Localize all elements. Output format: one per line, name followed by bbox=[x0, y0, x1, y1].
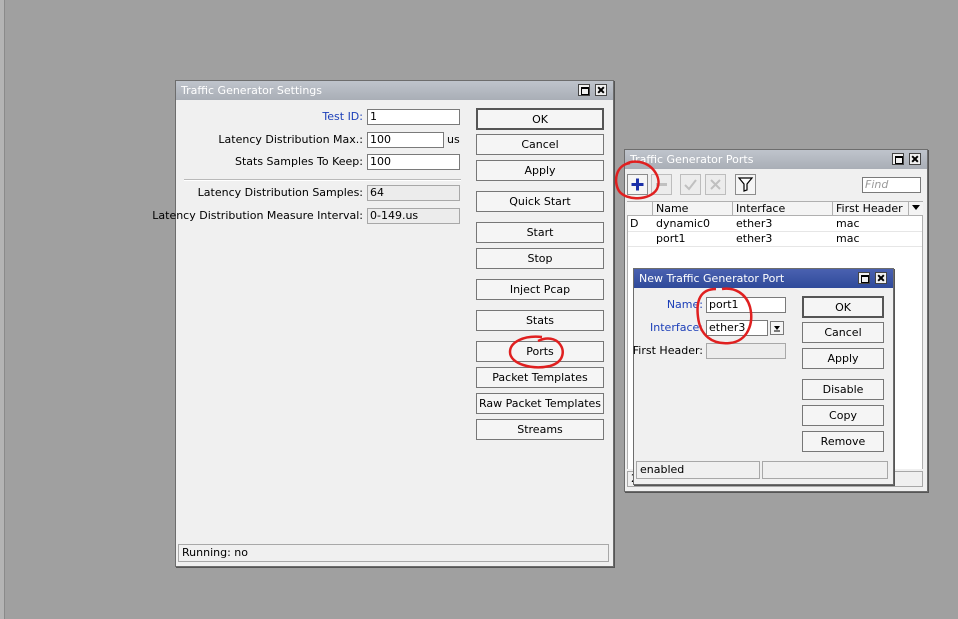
minus-icon bbox=[656, 183, 667, 186]
filter-icon bbox=[737, 177, 754, 192]
remove-button[interactable]: Remove bbox=[802, 431, 884, 452]
ok-button[interactable]: OK bbox=[476, 108, 604, 130]
apply-button[interactable]: Apply bbox=[802, 348, 884, 369]
chevron-down-icon bbox=[912, 205, 920, 210]
quick-start-button[interactable]: Quick Start bbox=[476, 191, 604, 212]
close-icon[interactable] bbox=[909, 153, 921, 165]
streams-button[interactable]: Streams bbox=[476, 419, 604, 440]
ports-button[interactable]: Ports bbox=[476, 341, 604, 362]
row-name: dynamic0 bbox=[656, 217, 711, 230]
disable-button[interactable]: Disable bbox=[802, 379, 884, 400]
stats-samples-label: Stats Samples To Keep: bbox=[234, 155, 363, 168]
stats-button[interactable]: Stats bbox=[476, 310, 604, 331]
cross-icon bbox=[710, 179, 721, 190]
stop-button[interactable]: Stop bbox=[476, 248, 604, 269]
chevron-down-icon bbox=[774, 326, 780, 332]
maximize-icon[interactable] bbox=[858, 272, 870, 284]
inject-pcap-button[interactable]: Inject Pcap bbox=[476, 279, 604, 300]
latency-interval-label: Latency Distribution Measure Interval: bbox=[152, 209, 363, 222]
maximize-icon[interactable] bbox=[892, 153, 904, 165]
packet-templates-button[interactable]: Packet Templates bbox=[476, 367, 604, 388]
cancel-button[interactable]: Cancel bbox=[476, 134, 604, 155]
ok-button[interactable]: OK bbox=[802, 296, 884, 318]
find-input[interactable]: Find bbox=[862, 177, 921, 193]
settings-window-title: Traffic Generator Settings bbox=[181, 84, 323, 97]
new-port-window-title: New Traffic Generator Port bbox=[639, 272, 785, 285]
row-first-header: mac bbox=[836, 217, 860, 230]
enable-button[interactable] bbox=[680, 174, 701, 195]
check-icon bbox=[684, 179, 697, 191]
column-name[interactable]: Name bbox=[652, 202, 732, 215]
ports-window-titlebar[interactable]: Traffic Generator Ports bbox=[625, 150, 927, 169]
new-port-window: New Traffic Generator Port Name: port1 I… bbox=[633, 268, 894, 485]
latency-max-label: Latency Distribution Max.: bbox=[218, 133, 363, 146]
running-status: Running: no bbox=[178, 544, 609, 562]
ports-list-header: Name Interface First Header bbox=[627, 201, 923, 216]
desktop-edge bbox=[0, 0, 5, 619]
test-id-label: Test ID: bbox=[322, 110, 363, 123]
table-row[interactable]: port1 ether3 mac bbox=[628, 231, 922, 247]
latency-max-unit: us bbox=[447, 133, 460, 146]
row-flag: D bbox=[630, 217, 639, 230]
name-field[interactable]: port1 bbox=[706, 297, 786, 313]
row-first-header: mac bbox=[836, 232, 860, 245]
cancel-button[interactable]: Cancel bbox=[802, 322, 884, 343]
latency-samples-label: Latency Distribution Samples: bbox=[197, 186, 363, 199]
interface-select[interactable]: ether3 bbox=[706, 320, 768, 336]
close-icon[interactable] bbox=[875, 272, 887, 284]
first-header-field bbox=[706, 343, 786, 359]
new-port-window-titlebar[interactable]: New Traffic Generator Port bbox=[634, 269, 893, 288]
start-button[interactable]: Start bbox=[476, 222, 604, 243]
interface-label: Interface: bbox=[650, 321, 703, 334]
settings-window: Traffic Generator Settings Test ID: 1 La… bbox=[152, 80, 614, 567]
row-name: port1 bbox=[656, 232, 686, 245]
find-placeholder: Find bbox=[865, 178, 889, 191]
settings-separator bbox=[184, 179, 461, 181]
latency-max-field[interactable]: 100 bbox=[367, 132, 444, 148]
apply-button[interactable]: Apply bbox=[476, 160, 604, 181]
stats-samples-field[interactable]: 100 bbox=[367, 154, 460, 170]
ports-window-title: Traffic Generator Ports bbox=[630, 153, 754, 166]
port-status-extra bbox=[762, 461, 888, 479]
plus-icon bbox=[631, 178, 644, 191]
name-label: Name: bbox=[666, 298, 703, 311]
maximize-icon[interactable] bbox=[578, 84, 590, 96]
first-header-label: First Header: bbox=[632, 344, 703, 357]
table-row[interactable]: D dynamic0 ether3 mac bbox=[628, 216, 922, 232]
row-interface: ether3 bbox=[736, 217, 773, 230]
filter-button[interactable] bbox=[735, 174, 756, 195]
column-interface[interactable]: Interface bbox=[732, 202, 832, 215]
interface-dropdown-button[interactable] bbox=[770, 321, 784, 335]
row-interface: ether3 bbox=[736, 232, 773, 245]
settings-window-titlebar[interactable]: Traffic Generator Settings bbox=[176, 81, 613, 100]
latency-interval-field: 0-149.us bbox=[367, 208, 460, 224]
disable-button[interactable] bbox=[705, 174, 726, 195]
remove-button[interactable] bbox=[651, 174, 672, 195]
column-menu-button[interactable] bbox=[908, 202, 923, 215]
port-status: enabled bbox=[636, 461, 760, 479]
add-button[interactable] bbox=[627, 174, 648, 195]
column-first-header[interactable]: First Header bbox=[832, 202, 908, 215]
close-icon[interactable] bbox=[595, 84, 607, 96]
test-id-field[interactable]: 1 bbox=[367, 109, 460, 125]
raw-packet-templates-button[interactable]: Raw Packet Templates bbox=[476, 393, 604, 414]
latency-samples-field: 64 bbox=[367, 185, 460, 201]
copy-button[interactable]: Copy bbox=[802, 405, 884, 426]
